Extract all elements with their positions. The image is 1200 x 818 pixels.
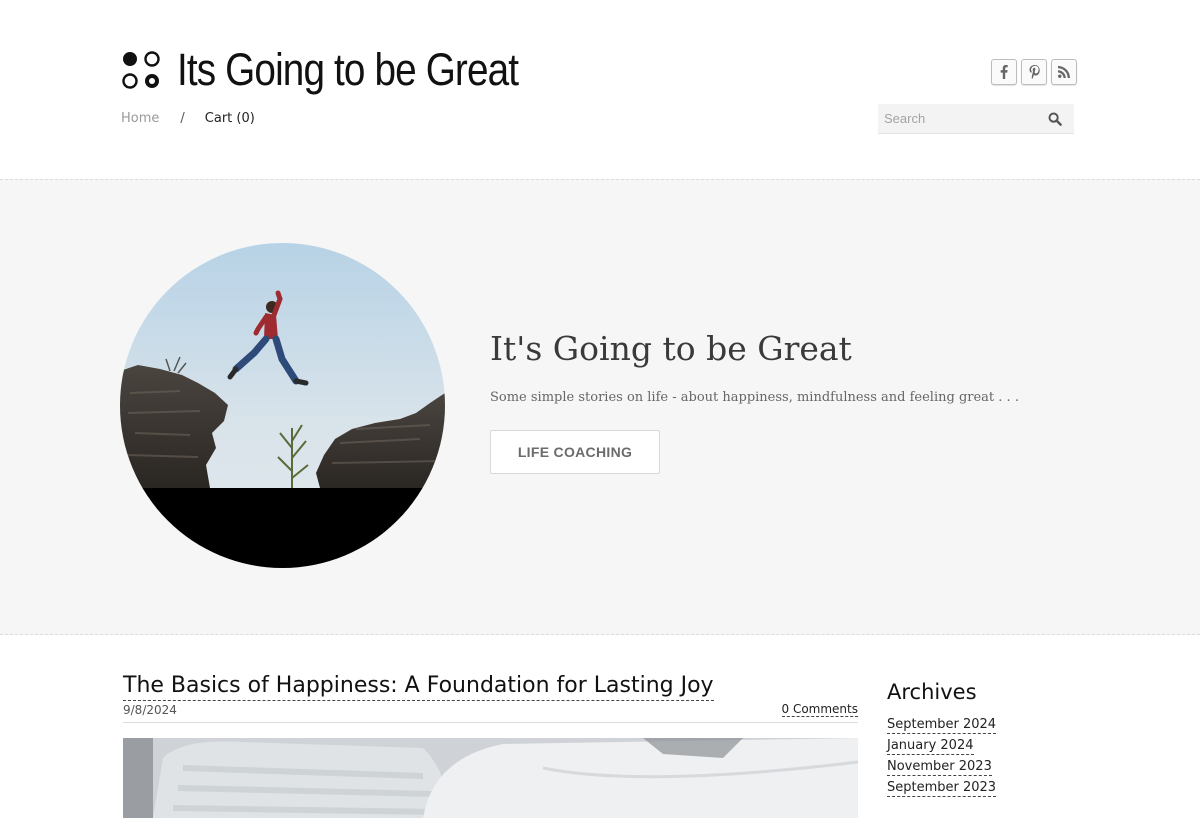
post-meta: 9/8/2024 0 Comments — [123, 702, 858, 723]
hero-image — [120, 243, 445, 568]
post-comments-link[interactable]: 0 Comments — [781, 702, 858, 717]
nav-separator: / — [180, 111, 185, 126]
social-links — [991, 59, 1077, 85]
hero-title: It's Going to be Great — [490, 329, 852, 368]
pinterest-icon — [1029, 65, 1040, 79]
facebook-button[interactable] — [991, 59, 1017, 85]
life-coaching-button[interactable]: LIFE COACHING — [490, 430, 660, 474]
sidebar: Archives September 2024 January 2024 Nov… — [887, 680, 1087, 801]
nav-home-link[interactable]: Home — [121, 111, 159, 126]
archive-link[interactable]: September 2024 — [887, 717, 997, 734]
archives-title: Archives — [887, 680, 977, 704]
main-nav: Home / Cart (0) — [121, 111, 255, 126]
bed-pillows-photo — [123, 738, 858, 818]
logo-circles-icon — [122, 51, 160, 89]
archive-link[interactable]: November 2023 — [887, 759, 992, 776]
rss-button[interactable] — [1051, 59, 1077, 85]
archive-link[interactable]: January 2024 — [887, 738, 974, 755]
pinterest-button[interactable] — [1021, 59, 1047, 85]
site-header: Its Going to be Great Home / Cart (0) — [0, 0, 1200, 179]
post-date: 9/8/2024 — [123, 702, 177, 717]
search-box — [878, 104, 1074, 134]
post-title-link[interactable]: The Basics of Happiness: A Foundation fo… — [123, 672, 714, 701]
jumping-person-photo — [120, 243, 445, 568]
rss-icon — [1058, 66, 1070, 78]
search-button[interactable] — [1048, 111, 1062, 126]
blog-post: The Basics of Happiness: A Foundation fo… — [123, 672, 858, 818]
site-logo[interactable]: Its Going to be Great — [121, 44, 574, 96]
facebook-icon — [1000, 65, 1008, 79]
nav-cart-link[interactable]: Cart (0) — [205, 111, 255, 126]
archive-link[interactable]: September 2023 — [887, 780, 997, 797]
post-image — [123, 738, 858, 818]
hero-subtitle: Some simple stories on life - about happ… — [490, 390, 1019, 405]
search-icon — [1048, 112, 1062, 126]
search-input[interactable] — [878, 104, 1034, 133]
hero-banner: It's Going to be Great Some simple stori… — [0, 179, 1200, 635]
site-title[interactable]: Its Going to be Great — [177, 44, 519, 96]
